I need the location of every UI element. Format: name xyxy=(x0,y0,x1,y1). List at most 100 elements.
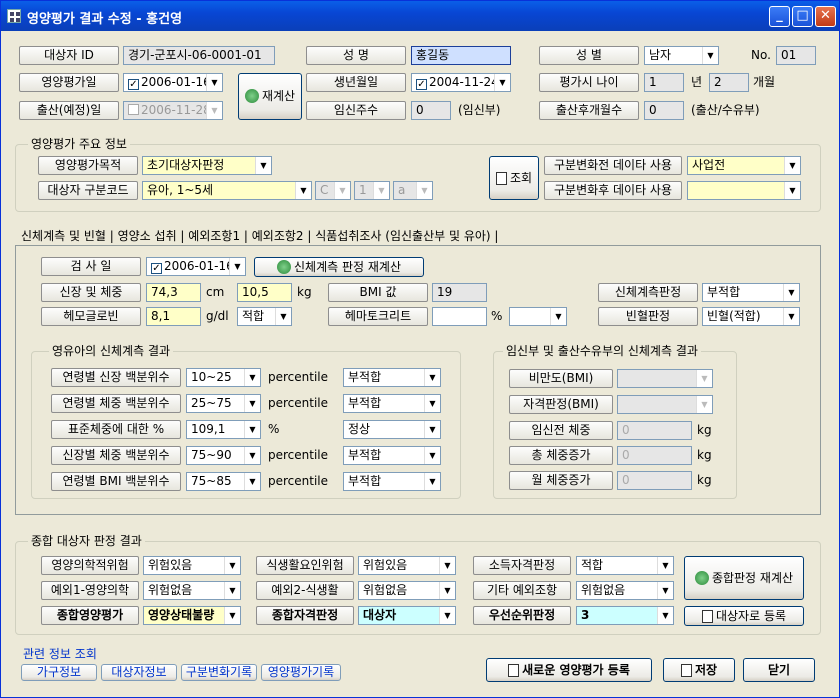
infant-row-judge-select[interactable]: 부적합 ▼ xyxy=(343,394,441,413)
infant-row-label: 연령별 신장 백분위수 xyxy=(51,368,181,387)
body-judge-label: 신체계측판정 xyxy=(598,283,698,302)
hemoglobin-field[interactable]: 8,1 xyxy=(146,307,201,326)
infant-row-value-select[interactable]: 109,1 ▼ xyxy=(186,420,261,439)
code-c-select[interactable]: C ▼ xyxy=(315,181,351,200)
household-info-button[interactable]: 가구정보 xyxy=(21,664,97,681)
chevron-down-icon: ▼ xyxy=(244,473,260,490)
tab-body-anemia[interactable]: 신체계측 및 빈혈 xyxy=(21,229,106,243)
chevron-down-icon: ▼ xyxy=(424,369,440,386)
med-risk-select[interactable]: 위험있음 ▼ xyxy=(143,556,241,575)
save-button[interactable]: 저장 xyxy=(663,658,735,682)
month-unit: 개월 xyxy=(753,75,776,89)
height-weight-label: 신장 및 체중 xyxy=(41,283,141,302)
kg-unit: kg xyxy=(297,285,312,299)
infant-row-label: 표준체중에 대한 % xyxy=(51,420,181,439)
infant-row-value-select[interactable]: 75~85 ▼ xyxy=(186,472,261,491)
hematocrit-field[interactable] xyxy=(432,307,487,326)
tab-nutrient[interactable]: 영양소 섭취 xyxy=(118,229,177,243)
cm-unit: cm xyxy=(206,285,225,299)
total-eval-select[interactable]: 영양상태불량 ▼ xyxy=(143,606,241,625)
register-button[interactable]: 대상자로 등록 xyxy=(684,606,804,626)
body-judge-select[interactable]: 부적합 ▼ xyxy=(702,283,800,302)
infant-row-judge-select[interactable]: 정상 ▼ xyxy=(343,420,441,439)
ex1-label: 예외1-영양의학 xyxy=(41,581,139,600)
income-select[interactable]: 적합 ▼ xyxy=(576,556,674,575)
infant-row-judge-select[interactable]: 부적합 ▼ xyxy=(343,368,441,387)
postpartum-label: 출산후개월수 xyxy=(539,101,639,120)
body-rejudge-label: 신체계측 판정 재계산 xyxy=(294,260,401,274)
close-button[interactable]: ✕ xyxy=(815,6,836,27)
tab-exception2[interactable]: 예외조항2 xyxy=(252,229,304,243)
checkbox-icon[interactable]: ✓ xyxy=(151,263,162,274)
change-history-button[interactable]: 구분변화기록 xyxy=(181,664,257,681)
birth-label: 생년월일 xyxy=(306,73,406,92)
purpose-select[interactable]: 초기대상자판정 ▼ xyxy=(142,156,272,175)
lookup-button[interactable]: 조회 xyxy=(489,156,539,200)
checkbox-icon[interactable]: ✓ xyxy=(128,79,139,90)
infant-row-unit: percentile xyxy=(268,370,329,384)
infant-row-value-select[interactable]: 75~90 ▼ xyxy=(186,446,261,465)
purpose-value: 초기대상자판정 xyxy=(147,158,225,172)
exam-date-picker[interactable]: ✓ 2006-01-16 ▼ xyxy=(146,257,246,276)
refresh-icon xyxy=(277,260,291,274)
other-ex-select[interactable]: 위험없음 ▼ xyxy=(576,581,674,600)
code-a-select[interactable]: a ▼ xyxy=(393,181,433,200)
eval-history-button[interactable]: 영양평가기록 xyxy=(261,664,341,681)
weight-field[interactable]: 10,5 xyxy=(237,283,292,302)
diet-risk-select[interactable]: 위험있음 ▼ xyxy=(358,556,456,575)
gender-select[interactable]: 남자 ▼ xyxy=(644,46,719,65)
infant-row-judge: 부적합 xyxy=(348,396,382,410)
subject-info-button[interactable]: 대상자정보 xyxy=(101,664,177,681)
tab-food-survey[interactable]: 식품섭취조사 (임신출산부 및 유아) xyxy=(315,229,490,243)
height-field[interactable]: 74,3 xyxy=(146,283,201,302)
due-date-picker[interactable]: 2006-11-28 ▼ xyxy=(123,101,223,120)
code-select[interactable]: 유아, 1~5세 ▼ xyxy=(142,181,312,200)
obesity-select[interactable]: ▼ xyxy=(617,369,713,388)
ex1-select[interactable]: 위험없음 ▼ xyxy=(143,581,241,600)
exam-date-label: 검 사 일 xyxy=(41,257,141,276)
anemia-select[interactable]: 빈혈(적합) ▼ xyxy=(702,307,800,326)
infant-row-unit: percentile xyxy=(268,474,329,488)
priority-select[interactable]: 3 ▼ xyxy=(576,606,674,625)
pct-unit: % xyxy=(491,309,503,323)
checkbox-icon[interactable] xyxy=(128,104,139,115)
hemoglobin-judge-select[interactable]: 적합 ▼ xyxy=(237,307,292,326)
related-info-label: 관련 정보 조회 xyxy=(23,647,97,661)
new-eval-button[interactable]: 새로운 영양평가 등록 xyxy=(486,658,652,682)
infant-row-value-select[interactable]: 25~75 ▼ xyxy=(186,394,261,413)
due-date-label: 출산(예정)일 xyxy=(19,101,119,120)
window-title: 영양평가 결과 수정 - 홍건영 xyxy=(27,12,183,27)
hematocrit-select[interactable]: ▼ xyxy=(509,307,567,326)
birth-date-picker[interactable]: ✓ 2004-11-24 ▼ xyxy=(411,73,511,92)
tab-exception1[interactable]: 예외조항1 xyxy=(188,229,240,243)
ex2-select[interactable]: 위험없음 ▼ xyxy=(358,581,456,600)
lookup-label: 조회 xyxy=(509,171,533,185)
mother-qual-select[interactable]: ▼ xyxy=(617,395,713,414)
maximize-button[interactable]: □ xyxy=(792,6,813,27)
gender-label: 성 별 xyxy=(539,46,639,65)
infant-row-value-select[interactable]: 10~25 ▼ xyxy=(186,368,261,387)
name-field[interactable]: 홍길동 xyxy=(411,46,511,65)
after-data-select[interactable]: ▼ xyxy=(687,181,801,200)
code-1-select[interactable]: 1 ▼ xyxy=(354,181,390,200)
anemia-value: 빈혈(적합) xyxy=(707,309,761,323)
before-data-select[interactable]: 사업전 ▼ xyxy=(687,156,801,175)
close-dialog-button[interactable]: 닫기 xyxy=(743,658,815,682)
recalc-button[interactable]: 재계산 xyxy=(238,73,302,120)
body-rejudge-button[interactable]: 신체계측 판정 재계산 xyxy=(254,257,424,277)
chevron-down-icon: ▼ xyxy=(657,557,673,574)
eval-date-picker[interactable]: ✓ 2006-01-16 ▼ xyxy=(123,73,223,92)
code-a-value: a xyxy=(398,183,406,197)
total-qual-value: 대상자 xyxy=(363,608,397,622)
chevron-down-icon: ▼ xyxy=(424,421,440,438)
total-qual-select[interactable]: 대상자 ▼ xyxy=(358,606,456,625)
infant-row-judge-select[interactable]: 부적합 ▼ xyxy=(343,446,441,465)
checkbox-icon[interactable]: ✓ xyxy=(416,79,427,90)
month-gain-field: 0 xyxy=(617,471,692,490)
chevron-down-icon: ▼ xyxy=(702,47,718,64)
minimize-button[interactable]: _ xyxy=(769,6,790,27)
summary-rejudge-button[interactable]: 종합판정 재계산 xyxy=(684,556,804,600)
mother-title: 임신부 및 출산수유부의 신체계측 결과 xyxy=(503,344,701,358)
chevron-down-icon: ▼ xyxy=(255,157,271,174)
infant-row-judge-select[interactable]: 부적합 ▼ xyxy=(343,472,441,491)
